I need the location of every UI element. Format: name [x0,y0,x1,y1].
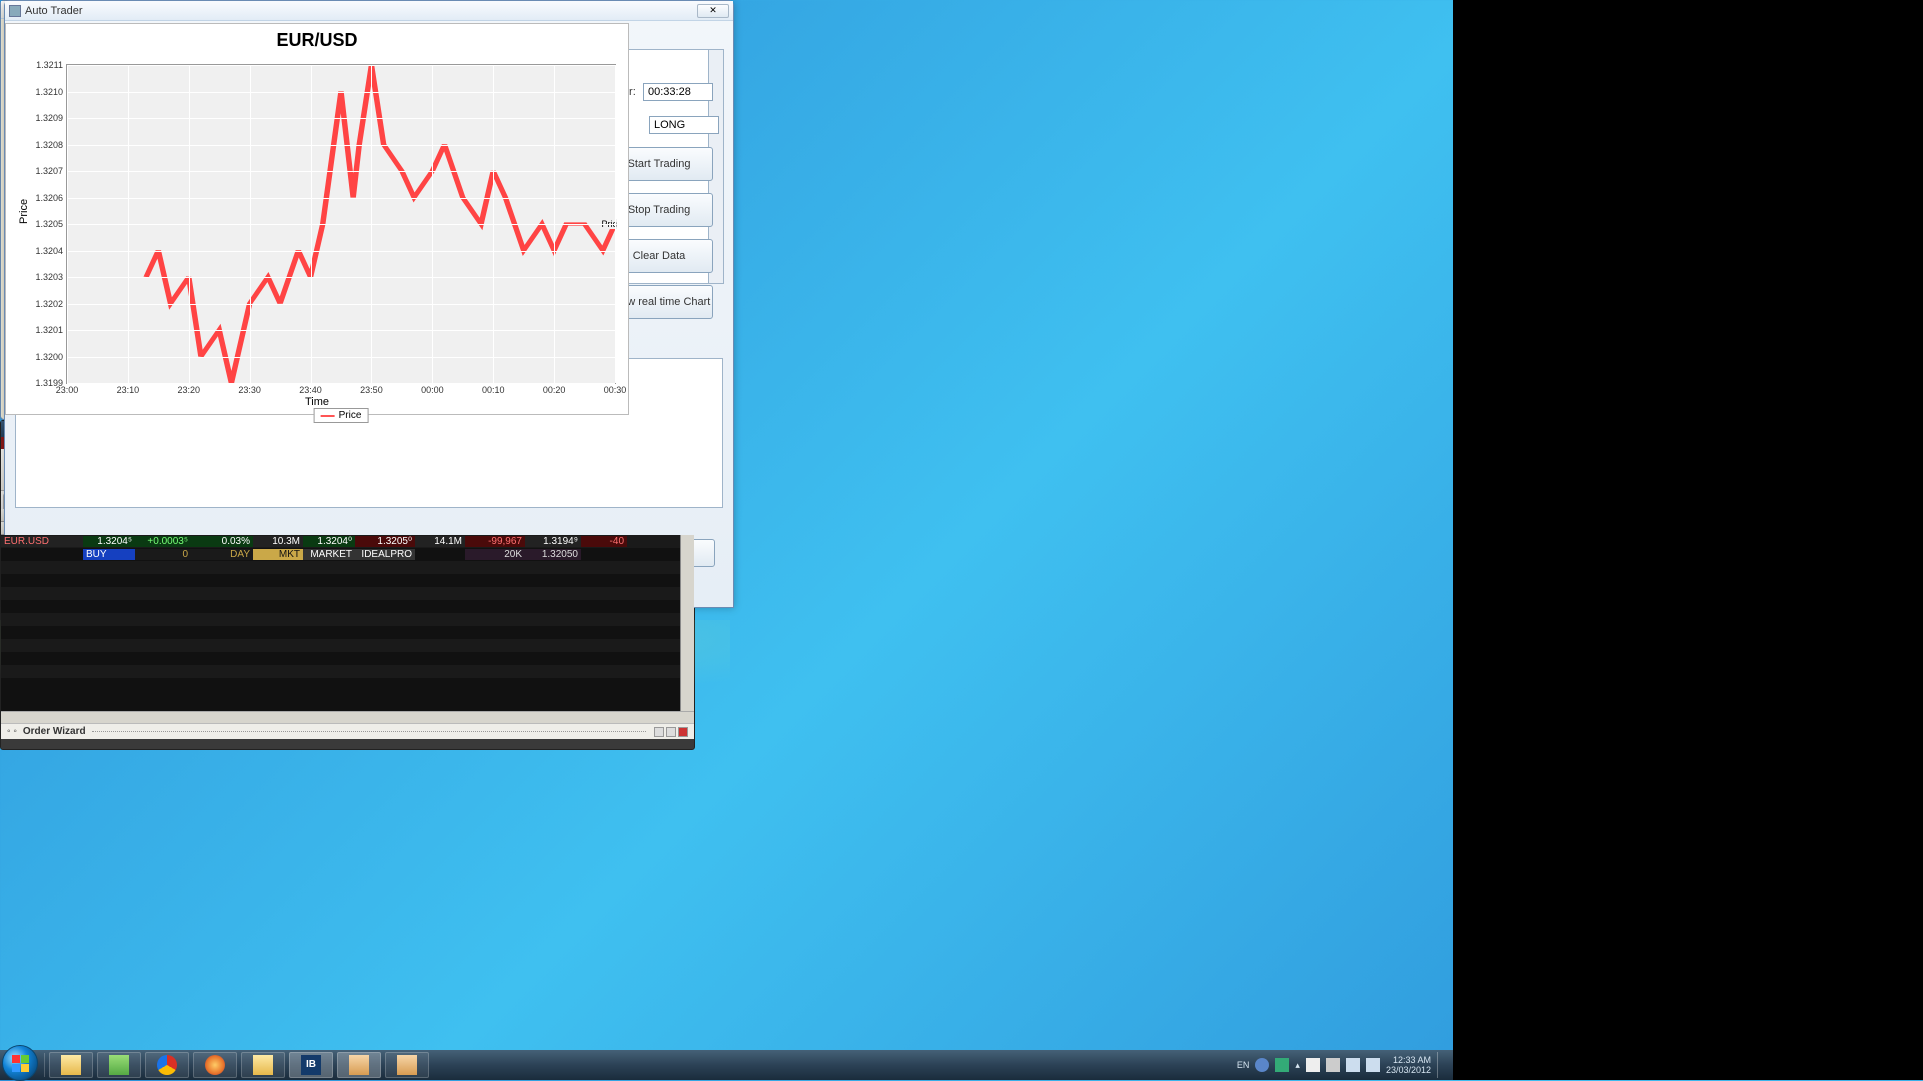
cell[interactable]: -99,967 [465,536,525,547]
close-window-button[interactable]: ✕ [697,4,729,18]
grid-footer-strip [1,711,694,723]
network-icon[interactable] [1346,1058,1360,1072]
action-center-icon[interactable] [1306,1058,1320,1072]
xtick: 00:10 [473,385,513,395]
xtick: 23:20 [169,385,209,395]
chart-window: X EUR/USD Price Pric Price 1.32111.32101… [0,0,634,420]
cell[interactable]: 1.3205⁰ [355,536,415,547]
chart-title: EUR/USD [6,24,628,57]
collapse-icon[interactable]: ◦ ◦ [7,726,17,737]
cell[interactable]: 1.3204⁵ [83,536,135,547]
tray-icon-2[interactable] [1275,1058,1289,1072]
ytick: 1.3210 [17,87,67,97]
cell[interactable]: MKT [253,549,303,560]
cell[interactable]: 0.03% [191,536,253,547]
auto-trader-titlebar[interactable]: Auto Trader ✕ [5,1,733,21]
ytick: 1.3211 [17,60,67,70]
cell[interactable]: 1.3204⁰ [303,536,355,547]
xtick: 23:00 [47,385,87,395]
cell[interactable]: 10.3M [253,536,303,547]
chart-area: EUR/USD Price Pric Price 1.32111.32101.3… [5,23,629,415]
cell[interactable]: +0.0003⁵ [135,536,191,547]
grid-body[interactable]: EUR.USD1.3204⁵+0.0003⁵0.03%10.3M1.3204⁰1… [1,535,694,711]
taskbar-paint[interactable] [385,1052,429,1078]
system-tray: EN ▴ 12:33 AM 23/03/2012 [1229,1052,1453,1078]
app-icon [9,5,21,17]
power-icon[interactable] [1326,1058,1340,1072]
ytick: 1.3206 [17,193,67,203]
taskbar-explorer[interactable] [49,1052,93,1078]
ytick: 1.3203 [17,272,67,282]
taskbar-java[interactable] [337,1052,381,1078]
ytick: 1.3207 [17,166,67,176]
ow-icon-1[interactable] [654,727,664,737]
cell[interactable]: 20K [465,549,525,560]
xtick: 00:30 [595,385,635,395]
windows-taskbar: IB EN ▴ 12:33 AM 23/03/2012 [0,1050,1453,1080]
black-side-panel [1453,0,1923,1080]
lang-indicator[interactable]: EN [1237,1060,1250,1070]
cell[interactable]: 1.3194⁹ [525,536,581,547]
taskbar-folder[interactable] [241,1052,285,1078]
cell[interactable]: EUR.USD [1,536,83,547]
order-wizard-bar[interactable]: ◦ ◦ Order Wizard [1,723,694,739]
ow-icon-2[interactable] [666,727,676,737]
xtick: 00:00 [412,385,452,395]
cell[interactable]: BUY [83,549,135,560]
taskbar-chrome[interactable] [145,1052,189,1078]
cell[interactable]: 0 [135,549,191,560]
ytick: 1.3201 [17,325,67,335]
cell[interactable]: -40 [581,536,627,547]
xtick: 23:30 [230,385,270,395]
ytick: 1.3204 [17,246,67,256]
xtick: 23:10 [108,385,148,395]
ytick: 1.3200 [17,352,67,362]
xtick: 23:40 [291,385,331,395]
ytick: 1.3202 [17,299,67,309]
ow-close-icon[interactable] [678,727,688,737]
chart-legend: Price [314,408,369,423]
chart-plot[interactable]: Pric Price 1.32111.32101.32091.32081.320… [66,64,616,384]
taskbar-ib[interactable]: IB [289,1052,333,1078]
show-desktop-button[interactable] [1437,1052,1445,1078]
tray-icon-1[interactable] [1255,1058,1269,1072]
cell[interactable]: 1.32050 [525,549,581,560]
ytick: 1.3205 [17,219,67,229]
order-row[interactable]: BUY0DAYMKTMARKETIDEALPRO 20K1.32050 [1,548,694,561]
cell[interactable]: DAY [191,549,253,560]
xtick: 23:50 [351,385,391,395]
chart-xlabel: Time [305,396,329,408]
ytick: 1.3209 [17,113,67,123]
taskbar-users[interactable] [97,1052,141,1078]
start-button[interactable] [2,1045,38,1081]
last-position-field[interactable] [649,116,719,134]
cell[interactable]: IDEALPRO [355,549,415,560]
cell[interactable]: MARKET [303,549,355,560]
taskbar-firefox[interactable] [193,1052,237,1078]
xtick: 00:20 [534,385,574,395]
timer-field[interactable] [643,83,713,101]
volume-icon[interactable] [1366,1058,1380,1072]
grid-vscroll[interactable] [680,535,694,711]
quote-row[interactable]: EUR.USD1.3204⁵+0.0003⁵0.03%10.3M1.3204⁰1… [1,535,694,548]
tray-arrow-icon[interactable]: ▴ [1295,1060,1300,1071]
tray-clock[interactable]: 12:33 AM 23/03/2012 [1386,1055,1431,1075]
window-title: Auto Trader [25,5,82,17]
cell[interactable]: 14.1M [415,536,465,547]
ytick: 1.3208 [17,140,67,150]
